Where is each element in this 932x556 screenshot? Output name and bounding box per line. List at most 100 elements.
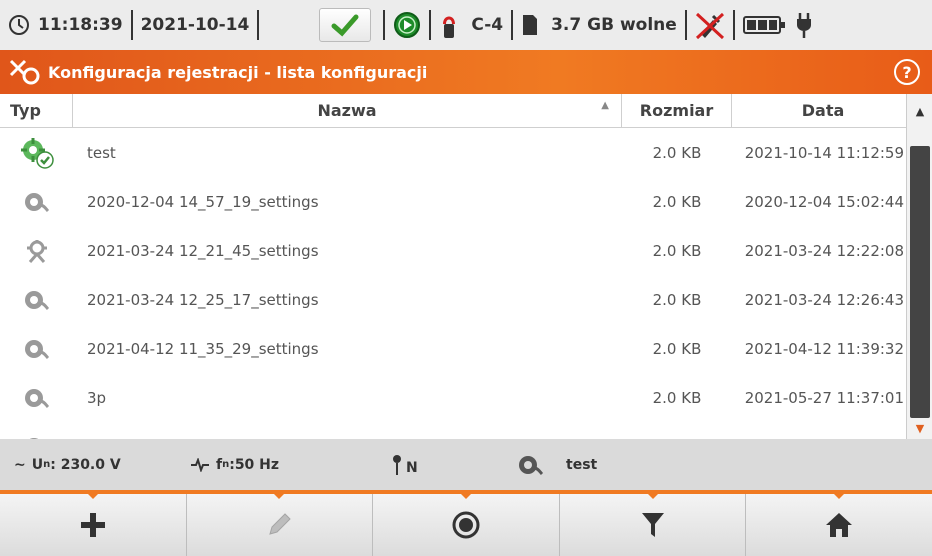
table-header: Typ Nazwa ▲ Rozmiar Data: [0, 94, 932, 128]
scroll-up-icon[interactable]: ▲: [907, 94, 932, 128]
column-header-size[interactable]: Rozmiar: [622, 94, 732, 127]
config-icon: [519, 455, 544, 475]
battery-icon: [742, 16, 785, 34]
filter-icon: [641, 513, 664, 537]
config-icon: [0, 287, 73, 313]
config-date: 2021-05-27 11:37:01: [744, 388, 904, 407]
sd-card-icon: [523, 15, 538, 35]
pulse-wave-icon: [191, 457, 209, 472]
usb-disconnected-icon: [695, 12, 724, 40]
table-row[interactable]: 2020-12-04 14_57_19_settings 2.0 KB 2020…: [0, 177, 914, 226]
column-header-name[interactable]: Nazwa ▲: [73, 94, 622, 127]
home-icon: [826, 513, 853, 537]
active-config-name: test: [566, 456, 598, 473]
date-text: 2021-10-14: [140, 15, 250, 35]
clamp-indicator: C-4: [431, 0, 511, 50]
config-size: 2.0 KB: [652, 388, 702, 407]
sort-ascending-icon: ▲: [601, 100, 609, 111]
config-date: 2021-04-12 11:39:32: [744, 339, 904, 358]
record-button[interactable]: [373, 493, 560, 556]
clock: 11:18:39: [0, 0, 131, 50]
page-title: Konfiguracja rejestracji - lista konfigu…: [48, 62, 428, 82]
toolbar-notch: [86, 493, 99, 499]
clock-icon: [9, 15, 29, 35]
network-config-icon: [0, 238, 73, 264]
nominal-voltage-label: U: [31, 456, 44, 473]
add-button[interactable]: [0, 493, 187, 556]
info-bar: ∼ Un: 230.0 V f n:50 Hz N test: [0, 439, 932, 490]
nominal-voltage-value: : 230.0 V: [50, 456, 121, 473]
clamp-label: C-4: [471, 15, 504, 35]
edit-button[interactable]: [187, 493, 374, 556]
network-type: N: [392, 439, 418, 490]
toolbar-notch: [646, 493, 659, 499]
config-name: 2021-03-24 12_25_17_settings: [87, 290, 319, 309]
record-circle-icon: [452, 511, 480, 539]
power-status: [735, 0, 821, 50]
config-size: 2.0 KB: [652, 192, 702, 211]
status-ok-button[interactable]: [319, 8, 372, 42]
config-size: 2.0 KB: [652, 143, 702, 162]
grounding-icon: [393, 454, 401, 475]
scroll-down-icon[interactable]: ▼: [907, 419, 932, 437]
nominal-voltage-sub: n: [43, 459, 51, 470]
nominal-frequency-value: :50 Hz: [229, 456, 280, 473]
column-header-type[interactable]: Typ: [0, 94, 73, 127]
help-button[interactable]: ?: [894, 59, 920, 85]
config-size: 2.0 KB: [652, 290, 702, 309]
free-space-text: 3.7 GB wolne: [551, 15, 677, 35]
config-name: 3p: [87, 388, 107, 407]
config-size: 2.0 KB: [652, 241, 702, 260]
table-row[interactable]: 2021-03-24 12_25_17_settings 2.0 KB 2021…: [0, 275, 914, 324]
active-config: test: [516, 439, 597, 490]
config-icon: [0, 189, 73, 215]
config-name: 2021-04-12 11_35_29_settings: [87, 339, 319, 358]
table-row[interactable]: 3p 2.0 KB 2021-05-27 11:37:01: [0, 373, 914, 422]
config-date: 2021-03-24 12:22:08: [744, 241, 904, 260]
scroll-thumb[interactable]: [910, 146, 930, 418]
config-date: 2020-12-04 15:02:44: [744, 192, 904, 211]
settings-tools-icon: [0, 57, 48, 87]
status-bar: 11:18:39 2021-10-14 C-4 3.7 GB wolne: [0, 0, 932, 50]
help-icon: ?: [902, 62, 912, 82]
config-icon: [0, 336, 73, 362]
table-row[interactable]: 2021-04-12 11_35_29_settings 2.0 KB 2021…: [0, 324, 914, 373]
checkmark-icon: [331, 14, 359, 37]
config-date: 2021-10-14 11:12:59: [744, 143, 904, 162]
separator: [257, 10, 260, 40]
toolbar-notch: [833, 493, 846, 499]
recording-status[interactable]: [385, 0, 429, 50]
home-button[interactable]: [746, 493, 932, 556]
vertical-scrollbar[interactable]: ▲ ▼: [906, 94, 932, 439]
play-circle-icon: [394, 12, 421, 38]
plug-icon: [796, 13, 811, 38]
network-type-label: N: [406, 459, 418, 476]
config-name: 2020-12-04 14_57_19_settings: [87, 192, 319, 211]
nominal-frequency: f n:50 Hz: [190, 439, 279, 490]
config-date: 2021-03-24 12:26:43: [744, 290, 904, 309]
table-row-partial[interactable]: [0, 422, 914, 439]
toolbar-notch: [459, 493, 472, 499]
config-name: 2021-03-24 12_21_45_settings: [87, 241, 319, 260]
nominal-voltage: ∼ Un: 230.0 V: [14, 439, 121, 490]
active-config-icon: [0, 136, 73, 170]
configuration-list: test 2.0 KB 2021-10-14 11:12:59 2020-12-…: [0, 128, 914, 439]
time-text: 11:18:39: [38, 15, 123, 35]
config-icon: [0, 385, 73, 411]
sine-wave-icon: ∼: [14, 456, 26, 473]
table-row[interactable]: 2021-03-24 12_21_45_settings 2.0 KB 2021…: [0, 226, 914, 275]
sd-card-status: 3.7 GB wolne: [513, 0, 685, 50]
plus-icon: [80, 513, 105, 537]
column-header-name-label: Nazwa: [317, 101, 377, 120]
filter-button[interactable]: [560, 493, 747, 556]
column-header-date[interactable]: Data: [732, 94, 914, 127]
pencil-icon: [269, 513, 292, 535]
nominal-frequency-sub: n: [222, 459, 230, 470]
toolbar-notch: [273, 493, 286, 499]
bottom-toolbar: [0, 490, 932, 556]
config-name: test: [87, 143, 116, 162]
usb-status: [687, 0, 733, 50]
title-bar: Konfiguracja rejestracji - lista konfigu…: [0, 50, 932, 94]
config-size: 2.0 KB: [652, 339, 702, 358]
table-row[interactable]: test 2.0 KB 2021-10-14 11:12:59: [0, 128, 914, 177]
